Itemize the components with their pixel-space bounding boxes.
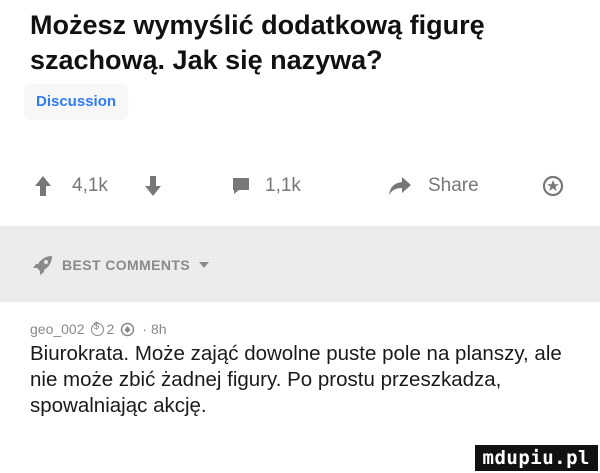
upvote-button[interactable]	[34, 166, 52, 206]
comments-button[interactable]	[231, 166, 251, 206]
chevron-down-icon	[199, 262, 210, 268]
upvote-count: 4,1k	[72, 175, 108, 196]
arrow-up-icon	[35, 176, 51, 196]
comment-count: 1,1k	[265, 175, 301, 196]
share-button[interactable]: Share	[388, 166, 479, 206]
coin-count: 2	[106, 321, 115, 337]
best-comments-sort[interactable]: BEST COMMENTS	[32, 254, 210, 276]
post-title: Możesz wymyślić dodatkową figurę szachow…	[30, 10, 485, 75]
downvote-button[interactable]	[144, 166, 162, 206]
comment-meta: geo_002 2 · 8h	[30, 321, 167, 338]
best-comments-banner: BEST COMMENTS	[0, 226, 600, 302]
discussion-tag[interactable]: Discussion	[24, 84, 129, 120]
meta-separator: ·	[142, 321, 147, 337]
arrow-down-icon	[145, 176, 161, 196]
rocket-icon	[33, 256, 52, 275]
best-comments-label: BEST COMMENTS	[62, 257, 191, 273]
comment-bubble-icon	[233, 178, 249, 194]
comment-username[interactable]: geo_002	[30, 321, 85, 337]
watermark: mdupiu.pl	[474, 445, 598, 471]
share-label: Share	[428, 175, 479, 196]
coin-icon	[90, 321, 104, 336]
award-icon	[542, 175, 564, 197]
badge-icon	[121, 322, 135, 336]
post-actions-bar: 4,1k 1,1k Share	[0, 166, 600, 206]
award-button[interactable]	[541, 166, 565, 206]
comment-time: 8h	[150, 321, 167, 337]
share-arrow-icon	[389, 177, 411, 195]
comment-text: Biurokrata. Może zająć dowolne puste pol…	[30, 342, 562, 417]
